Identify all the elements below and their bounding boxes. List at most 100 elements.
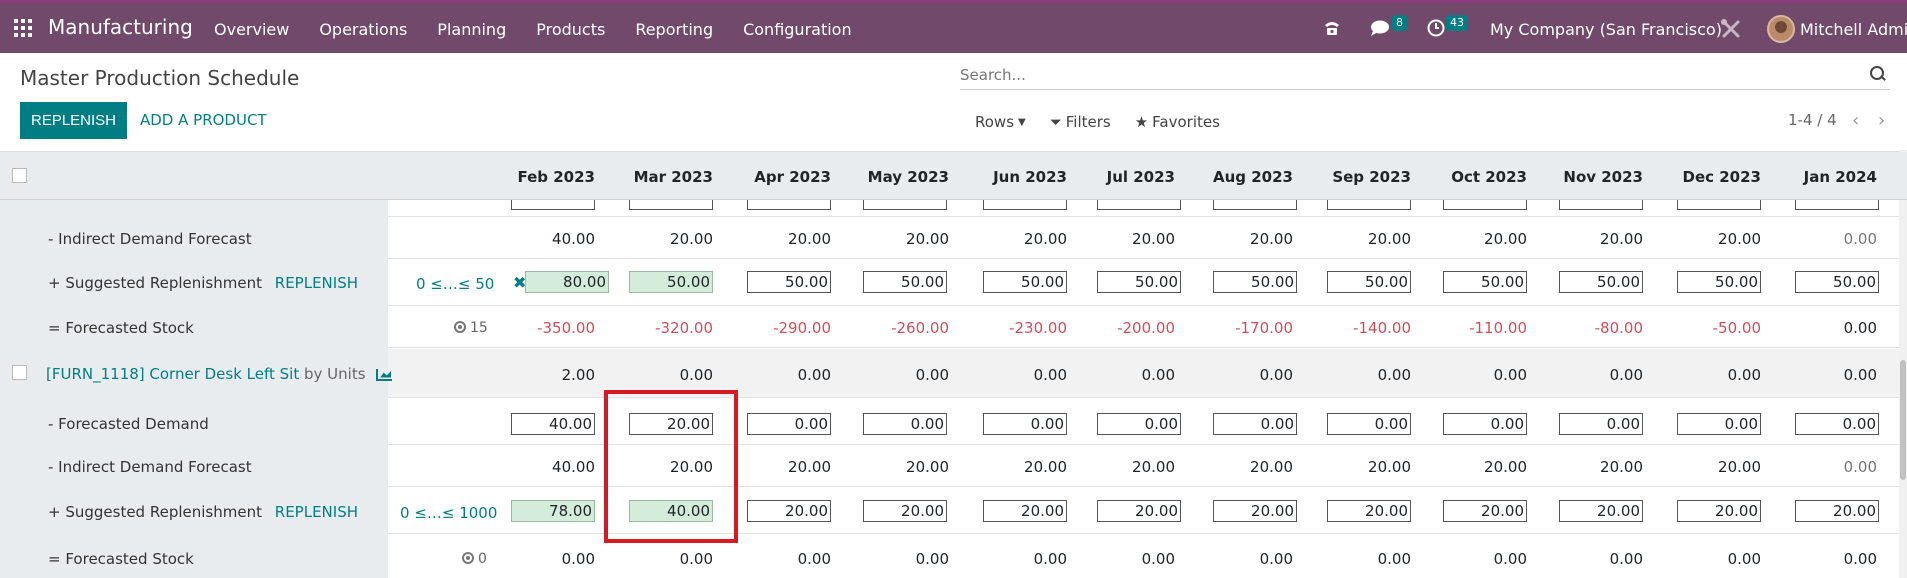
demand-input[interactable]: 0.00 <box>1327 413 1411 435</box>
replenish-input[interactable]: 80.00 <box>525 271 609 293</box>
replenish-input[interactable]: 50.00 <box>747 271 831 293</box>
value-cell: 2.00 <box>561 366 595 384</box>
highlight-box <box>604 390 738 543</box>
user-avatar[interactable] <box>1767 15 1795 43</box>
value-cell: 20.00 <box>1484 458 1527 476</box>
product-name[interactable]: [FURN_1118] Corner Desk Left Sit by Unit… <box>46 365 393 383</box>
replenish-link[interactable]: REPLENISH <box>275 274 358 292</box>
clipped-input[interactable] <box>1677 200 1761 210</box>
replenish-input[interactable]: 50.00 <box>983 271 1067 293</box>
value-cell: 20.00 <box>1718 230 1761 248</box>
replenish-input[interactable]: 20.00 <box>1097 500 1181 522</box>
filters-dropdown[interactable]: ⏷ Filters <box>1050 113 1111 131</box>
demand-input[interactable]: 0.00 <box>1677 413 1761 435</box>
demand-input[interactable]: 0.00 <box>1443 413 1527 435</box>
replenish-input[interactable]: 20.00 <box>747 500 831 522</box>
replenish-input[interactable]: 20.00 <box>983 500 1067 522</box>
scrollbar-thumb[interactable] <box>1900 360 1906 480</box>
replenish-input[interactable]: 50.00 <box>1677 271 1761 293</box>
value-cell: -350.00 <box>537 319 595 337</box>
demand-input[interactable]: 0.00 <box>1559 413 1643 435</box>
clock-icon[interactable] <box>1427 19 1445 37</box>
value-cell: 20.00 <box>1484 230 1527 248</box>
clipped-input[interactable] <box>1559 200 1643 210</box>
row-label-suggested-replenishment: + Suggested Replenishment REPLENISH <box>48 274 358 292</box>
demand-input[interactable]: 0.00 <box>1795 413 1879 435</box>
clipped-input[interactable] <box>863 200 947 210</box>
replenish-input[interactable]: 50.00 <box>1327 271 1411 293</box>
clipped-inputs <box>0 200 1907 217</box>
replenish-input[interactable]: 50.00 <box>1097 271 1181 293</box>
safety-stock-range[interactable]: 0 ≤…≤ 50 <box>416 275 494 293</box>
apps-grid-icon[interactable] <box>14 19 32 37</box>
app-brand[interactable]: Manufacturing <box>48 15 193 39</box>
select-all-checkbox[interactable] <box>12 168 27 183</box>
value-cell: 0.00 <box>1609 366 1643 384</box>
star-icon: ★ <box>1134 113 1149 131</box>
company-switcher[interactable]: My Company (San Francisco) <box>1490 20 1722 39</box>
chat-icon[interactable] <box>1369 19 1391 37</box>
product-checkbox[interactable] <box>12 365 27 380</box>
favorites-dropdown[interactable]: ★ Favorites <box>1135 113 1220 131</box>
replenish-input[interactable]: 20.00 <box>1677 500 1761 522</box>
replenish-input[interactable]: 50.00 <box>1213 271 1297 293</box>
search-icon[interactable] <box>1870 66 1886 82</box>
menu-configuration[interactable]: Configuration <box>743 20 852 39</box>
replenish-input[interactable]: 50.00 <box>863 271 947 293</box>
area-chart-icon[interactable] <box>376 368 393 381</box>
replenish-input[interactable]: 20.00 <box>1443 500 1527 522</box>
pager-value[interactable]: 1-4 / 4 <box>1788 111 1837 129</box>
replenish-input[interactable]: 20.00 <box>1559 500 1643 522</box>
replenish-input[interactable]: 20.00 <box>1327 500 1411 522</box>
replenish-input[interactable]: 50.00 <box>629 271 713 293</box>
value-cell: 0.00 <box>1033 550 1067 568</box>
safety-stock-range[interactable]: 0 ≤…≤ 1000 <box>400 504 497 522</box>
menu-overview[interactable]: Overview <box>214 20 289 39</box>
demand-input[interactable]: 0.00 <box>747 413 831 435</box>
clipped-input[interactable] <box>511 200 595 210</box>
month-header: Feb 2023 <box>517 168 595 186</box>
demand-input[interactable]: 0.00 <box>863 413 947 435</box>
replenish-input[interactable]: 20.00 <box>1795 500 1879 522</box>
replenish-button[interactable]: REPLENISH <box>20 102 127 139</box>
value-cell: 0.00 <box>1141 366 1175 384</box>
demand-input[interactable]: 0.00 <box>1097 413 1181 435</box>
value-cell: 20.00 <box>1368 458 1411 476</box>
user-name[interactable]: Mitchell Admin <box>1800 20 1907 39</box>
phone-icon[interactable] <box>1322 18 1342 38</box>
replenish-link[interactable]: REPLENISH <box>275 503 358 521</box>
demand-input[interactable]: 40.00 <box>511 413 595 435</box>
value-cell: 40.00 <box>552 230 595 248</box>
tools-icon[interactable] <box>1720 18 1742 40</box>
pager-previous-icon[interactable]: ‹ <box>1852 110 1859 131</box>
value-cell: 20.00 <box>1024 458 1067 476</box>
clipped-input[interactable] <box>1795 200 1879 210</box>
menu-products[interactable]: Products <box>536 20 605 39</box>
clipped-input[interactable] <box>1327 200 1411 210</box>
replenish-input[interactable]: 50.00 <box>1443 271 1527 293</box>
menu-operations[interactable]: Operations <box>319 20 407 39</box>
search-input[interactable] <box>960 62 1840 88</box>
replenish-input[interactable]: 78.00 <box>511 500 595 522</box>
pager-next-icon[interactable]: › <box>1878 110 1885 131</box>
demand-input[interactable]: 0.00 <box>983 413 1067 435</box>
clipped-input[interactable] <box>629 200 713 210</box>
menu-reporting[interactable]: Reporting <box>635 20 713 39</box>
clipped-input[interactable] <box>1443 200 1527 210</box>
product-name-text[interactable]: [FURN_1118] Corner Desk Left Sit <box>46 365 299 383</box>
replenish-input[interactable]: 50.00 <box>1559 271 1643 293</box>
clipped-input[interactable] <box>747 200 831 210</box>
add-product-button[interactable]: ADD A PRODUCT <box>140 102 267 139</box>
replenish-input[interactable]: 20.00 <box>1213 500 1297 522</box>
value-cell: 0.00 <box>1727 366 1761 384</box>
clipped-input[interactable] <box>1213 200 1297 210</box>
month-header: Dec 2023 <box>1682 168 1762 186</box>
rows-dropdown[interactable]: Rows ▼ <box>975 113 1026 131</box>
demand-input[interactable]: 0.00 <box>1213 413 1297 435</box>
menu-planning[interactable]: Planning <box>437 20 506 39</box>
clipped-input[interactable] <box>1097 200 1181 210</box>
replenish-input[interactable]: 20.00 <box>863 500 947 522</box>
clipped-input[interactable] <box>983 200 1067 210</box>
value-cell: 0.00 <box>1377 366 1411 384</box>
replenish-input[interactable]: 50.00 <box>1795 271 1879 293</box>
